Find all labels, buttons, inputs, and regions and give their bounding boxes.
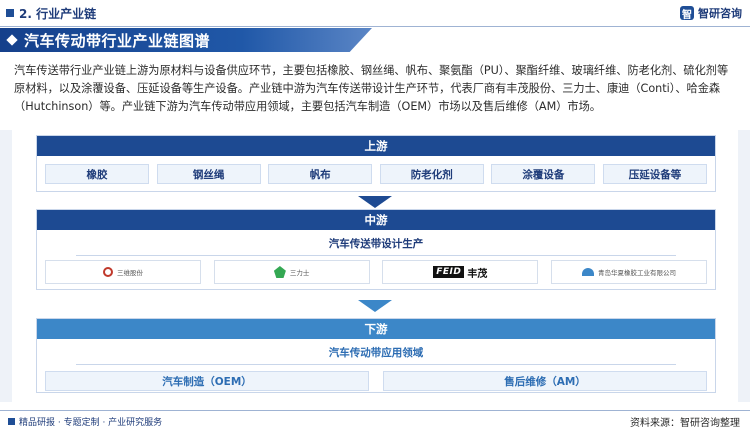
brand-logo-icon: 智 [680, 6, 694, 21]
footer-marker-icon [8, 418, 15, 425]
company-logo-card: 三维股份 [45, 260, 201, 284]
downstream-item: 汽车制造（OEM） [45, 371, 369, 391]
upstream-item: 防老化剂 [379, 164, 484, 184]
upstream-title: 上游 [37, 136, 715, 156]
red-circle-logo-icon [103, 267, 113, 277]
top-divider [0, 26, 750, 27]
company-logos: 三维股份 三力士 FEID 丰茂 青岛华夏橡胶工业有限公司 [37, 256, 715, 284]
bottom-divider [0, 410, 750, 411]
diamond-icon [6, 34, 18, 46]
midstream-subtitle: 汽车传送带设计生产 [328, 238, 424, 250]
midstream-section: 中游 汽车传送带设计生产 三维股份 三力士 FEID 丰茂 青岛华夏橡胶工业有限… [36, 209, 716, 290]
footer-services-text: 精品研报 · 专题定制 · 产业研究服务 [19, 418, 163, 428]
downstream-subtitle: 汽车传动带应用领域 [328, 347, 424, 359]
section-title: 2. 行业产业链 [19, 6, 97, 21]
right-decor-band [738, 130, 750, 402]
downstream-item: 售后维修（AM） [383, 371, 707, 391]
upstream-item: 帆布 [268, 164, 373, 184]
company-name: 三维股份 [117, 269, 143, 277]
downstream-title: 下游 [37, 319, 715, 339]
blue-mark-logo-icon [581, 268, 594, 276]
company-logo-card: 青岛华夏橡胶工业有限公司 [550, 260, 707, 284]
upstream-items: 橡胶 钢丝绳 帆布 防老化剂 涂覆设备 压延设备等 [37, 156, 715, 184]
brand-name: 智研咨询 [698, 7, 742, 20]
page-title: 汽车传动带行业产业链图谱 [24, 31, 211, 50]
down-arrow-icon [358, 196, 392, 208]
feid-logo-en: FEID [433, 266, 465, 278]
feid-logo-cn: 丰茂 [467, 268, 488, 280]
upstream-item: 涂覆设备 [491, 164, 596, 184]
midstream-title: 中游 [37, 210, 715, 230]
brand[interactable]: 智 智研咨询 [680, 5, 742, 21]
company-name: 青岛华夏橡胶工业有限公司 [597, 269, 676, 277]
company-name: 三力士 [289, 269, 310, 277]
footer-services: 精品研报 · 专题定制 · 产业研究服务 [8, 415, 162, 428]
downstream-items: 汽车制造（OEM） 售后维修（AM） [37, 365, 715, 391]
left-decor-band [0, 130, 12, 402]
source-note: 资料来源：智研咨询整理 [630, 418, 740, 429]
down-arrow-icon [358, 300, 392, 312]
title-banner: 汽车传动带行业产业链图谱 [0, 28, 372, 52]
upstream-item: 压延设备等 [602, 164, 707, 184]
top-bar: 2. 行业产业链 智 智研咨询 [0, 0, 750, 26]
section-marker-icon [6, 9, 14, 17]
company-logo-card: FEID 丰茂 [382, 260, 539, 284]
downstream-section: 下游 汽车传动带应用领域 汽车制造（OEM） 售后维修（AM） [36, 318, 716, 393]
feid-logo-icon: FEID 丰茂 [433, 265, 487, 280]
company-logo-card: 三力士 [213, 260, 370, 284]
upstream-section: 上游 橡胶 钢丝绳 帆布 防老化剂 涂覆设备 压延设备等 [36, 135, 716, 192]
upstream-item: 橡胶 [45, 164, 149, 184]
upstream-item: 钢丝绳 [156, 164, 261, 184]
green-mark-logo-icon [273, 266, 286, 278]
intro-paragraph: 汽车传送带行业产业链上游为原材料与设备供应环节，主要包括橡胶、钢丝绳、帆布、聚氨… [14, 64, 729, 113]
